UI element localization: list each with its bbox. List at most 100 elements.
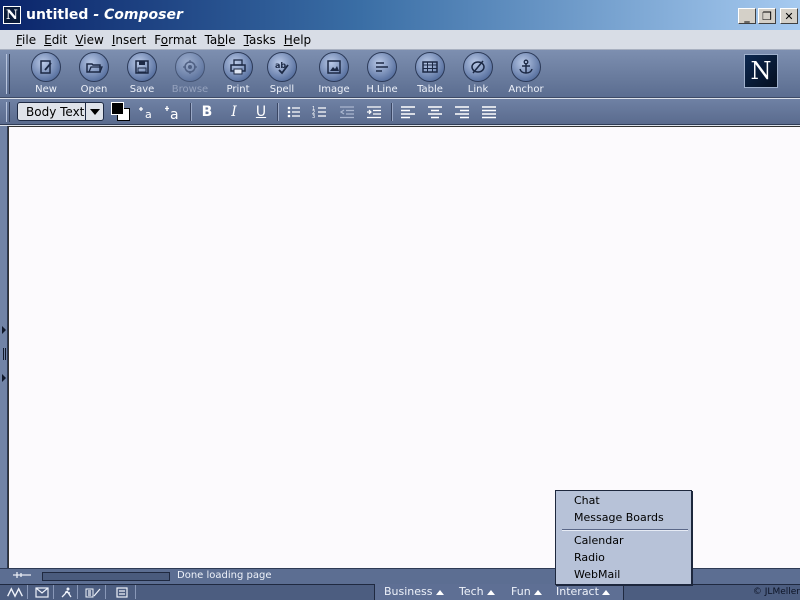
spell-button[interactable]: ab Spell bbox=[259, 52, 305, 98]
image-button[interactable]: Image bbox=[311, 52, 357, 98]
table-button[interactable]: Table bbox=[407, 52, 453, 98]
category-fun[interactable]: Fun bbox=[511, 585, 542, 599]
text-color-picker[interactable] bbox=[110, 101, 132, 123]
copyright-notice: © JLMeller bbox=[752, 587, 800, 597]
text-color-swatch[interactable] bbox=[111, 102, 124, 115]
menu-up-arrow-icon bbox=[601, 589, 610, 595]
sidebar-expand-arrow-icon[interactable] bbox=[2, 374, 6, 382]
chevron-down-icon[interactable] bbox=[85, 103, 103, 120]
paragraph-style-value: Body Text bbox=[26, 104, 85, 119]
navigator-icon[interactable] bbox=[2, 585, 28, 599]
toolbar-separator bbox=[190, 103, 192, 121]
underline-button[interactable]: U bbox=[250, 102, 272, 122]
open-folder-icon bbox=[79, 52, 109, 82]
italic-button[interactable]: I bbox=[223, 102, 245, 122]
align-center-icon bbox=[428, 106, 442, 119]
format-toolbar-grip[interactable] bbox=[6, 102, 10, 122]
paragraph-style-select[interactable]: Body Text bbox=[17, 102, 104, 121]
toolbar-grip[interactable] bbox=[6, 54, 10, 94]
menu-item-radio[interactable]: Radio bbox=[574, 551, 605, 565]
category-tech-label: Tech bbox=[459, 585, 484, 598]
menu-help[interactable]: Help bbox=[284, 33, 311, 47]
menu-tasks[interactable]: Tasks bbox=[244, 33, 276, 47]
browse-button[interactable]: Browse bbox=[167, 52, 213, 98]
spell-button-label: Spell bbox=[269, 84, 295, 95]
progress-bar bbox=[42, 572, 170, 581]
indent-icon bbox=[367, 106, 381, 119]
window-title: untitled - Composer bbox=[26, 7, 183, 23]
mail-icon[interactable] bbox=[30, 585, 54, 599]
save-button-label: Save bbox=[129, 84, 155, 95]
outdent-icon bbox=[339, 106, 354, 119]
netscape-throbber-logo[interactable]: N bbox=[744, 54, 778, 88]
save-button[interactable]: Save bbox=[119, 52, 165, 98]
category-business[interactable]: Business bbox=[384, 585, 444, 599]
image-icon bbox=[319, 52, 349, 82]
status-text: Done loading page bbox=[177, 570, 272, 581]
link-icon bbox=[463, 52, 493, 82]
app-logo-icon[interactable]: N bbox=[3, 6, 21, 24]
document-name: untitled bbox=[26, 7, 89, 23]
open-button[interactable]: Open bbox=[71, 52, 117, 98]
outdent-button[interactable] bbox=[336, 102, 358, 122]
category-interact-label: Interact bbox=[556, 585, 599, 598]
title-bar: N untitled - Composer _ ❐ ✕ bbox=[0, 0, 800, 30]
align-right-icon bbox=[455, 106, 469, 119]
instant-messenger-icon[interactable] bbox=[56, 585, 78, 599]
menu-edit[interactable]: Edit bbox=[44, 33, 67, 47]
hline-button-label: H.Line bbox=[366, 84, 398, 95]
menu-format[interactable]: Format bbox=[154, 33, 196, 47]
bold-button[interactable]: B bbox=[196, 102, 218, 122]
menu-file[interactable]: File bbox=[16, 33, 36, 47]
toolbar-separator bbox=[277, 103, 279, 121]
menu-item-message-boards[interactable]: Message Boards bbox=[574, 511, 664, 525]
new-button[interactable]: New bbox=[23, 52, 69, 98]
address-book-icon[interactable] bbox=[108, 585, 136, 599]
security-status-icon[interactable] bbox=[12, 570, 32, 580]
category-tech[interactable]: Tech bbox=[459, 585, 495, 599]
menu-up-arrow-icon bbox=[435, 589, 444, 595]
align-left-icon bbox=[401, 106, 415, 119]
sidebar-expand-arrow-icon[interactable] bbox=[2, 326, 6, 334]
composer-icon[interactable] bbox=[80, 585, 106, 599]
minimize-button[interactable]: _ bbox=[738, 8, 756, 24]
open-button-label: Open bbox=[80, 84, 108, 95]
printer-icon bbox=[223, 52, 253, 82]
menu-item-calendar[interactable]: Calendar bbox=[574, 534, 623, 548]
menu-view[interactable]: View bbox=[75, 33, 103, 47]
justify-button[interactable] bbox=[478, 102, 500, 122]
numbered-list-button[interactable]: 123 bbox=[309, 102, 331, 122]
title-separator: - bbox=[93, 7, 100, 23]
close-button[interactable]: ✕ bbox=[780, 8, 798, 24]
indent-button[interactable] bbox=[363, 102, 385, 122]
menu-up-arrow-icon bbox=[486, 589, 495, 595]
svg-text:a: a bbox=[170, 107, 179, 120]
decrease-font-size-icon: a bbox=[139, 107, 152, 120]
align-center-button[interactable] bbox=[424, 102, 446, 122]
category-interact[interactable]: Interact bbox=[556, 585, 610, 599]
category-business-label: Business bbox=[384, 585, 433, 598]
align-right-button[interactable] bbox=[451, 102, 473, 122]
menu-insert[interactable]: Insert bbox=[112, 33, 146, 47]
horizontal-line-icon bbox=[367, 52, 397, 82]
menu-bar: File Edit View Insert Format Table Tasks… bbox=[0, 30, 800, 50]
link-button[interactable]: Link bbox=[455, 52, 501, 98]
table-button-label: Table bbox=[417, 84, 443, 95]
hline-button[interactable]: H.Line bbox=[359, 52, 405, 98]
align-left-button[interactable] bbox=[397, 102, 419, 122]
sidebar-grip-icon[interactable] bbox=[3, 348, 6, 360]
print-button[interactable]: Print bbox=[215, 52, 261, 98]
menu-item-webmail[interactable]: WebMail bbox=[574, 568, 620, 582]
anchor-button[interactable]: Anchor bbox=[503, 52, 549, 98]
print-button-label: Print bbox=[226, 84, 250, 95]
restore-button[interactable]: ❐ bbox=[758, 8, 776, 24]
decrease-font-size-button[interactable]: a bbox=[136, 102, 158, 122]
increase-font-size-button[interactable]: a bbox=[162, 102, 184, 122]
menu-table[interactable]: Table bbox=[205, 33, 236, 47]
sidebar-collapse-strip[interactable] bbox=[0, 126, 8, 568]
menu-item-chat[interactable]: Chat bbox=[574, 494, 600, 508]
table-icon bbox=[415, 52, 445, 82]
bullet-list-button[interactable] bbox=[283, 102, 305, 122]
browse-button-label: Browse bbox=[171, 84, 209, 95]
anchor-button-label: Anchor bbox=[508, 84, 544, 95]
